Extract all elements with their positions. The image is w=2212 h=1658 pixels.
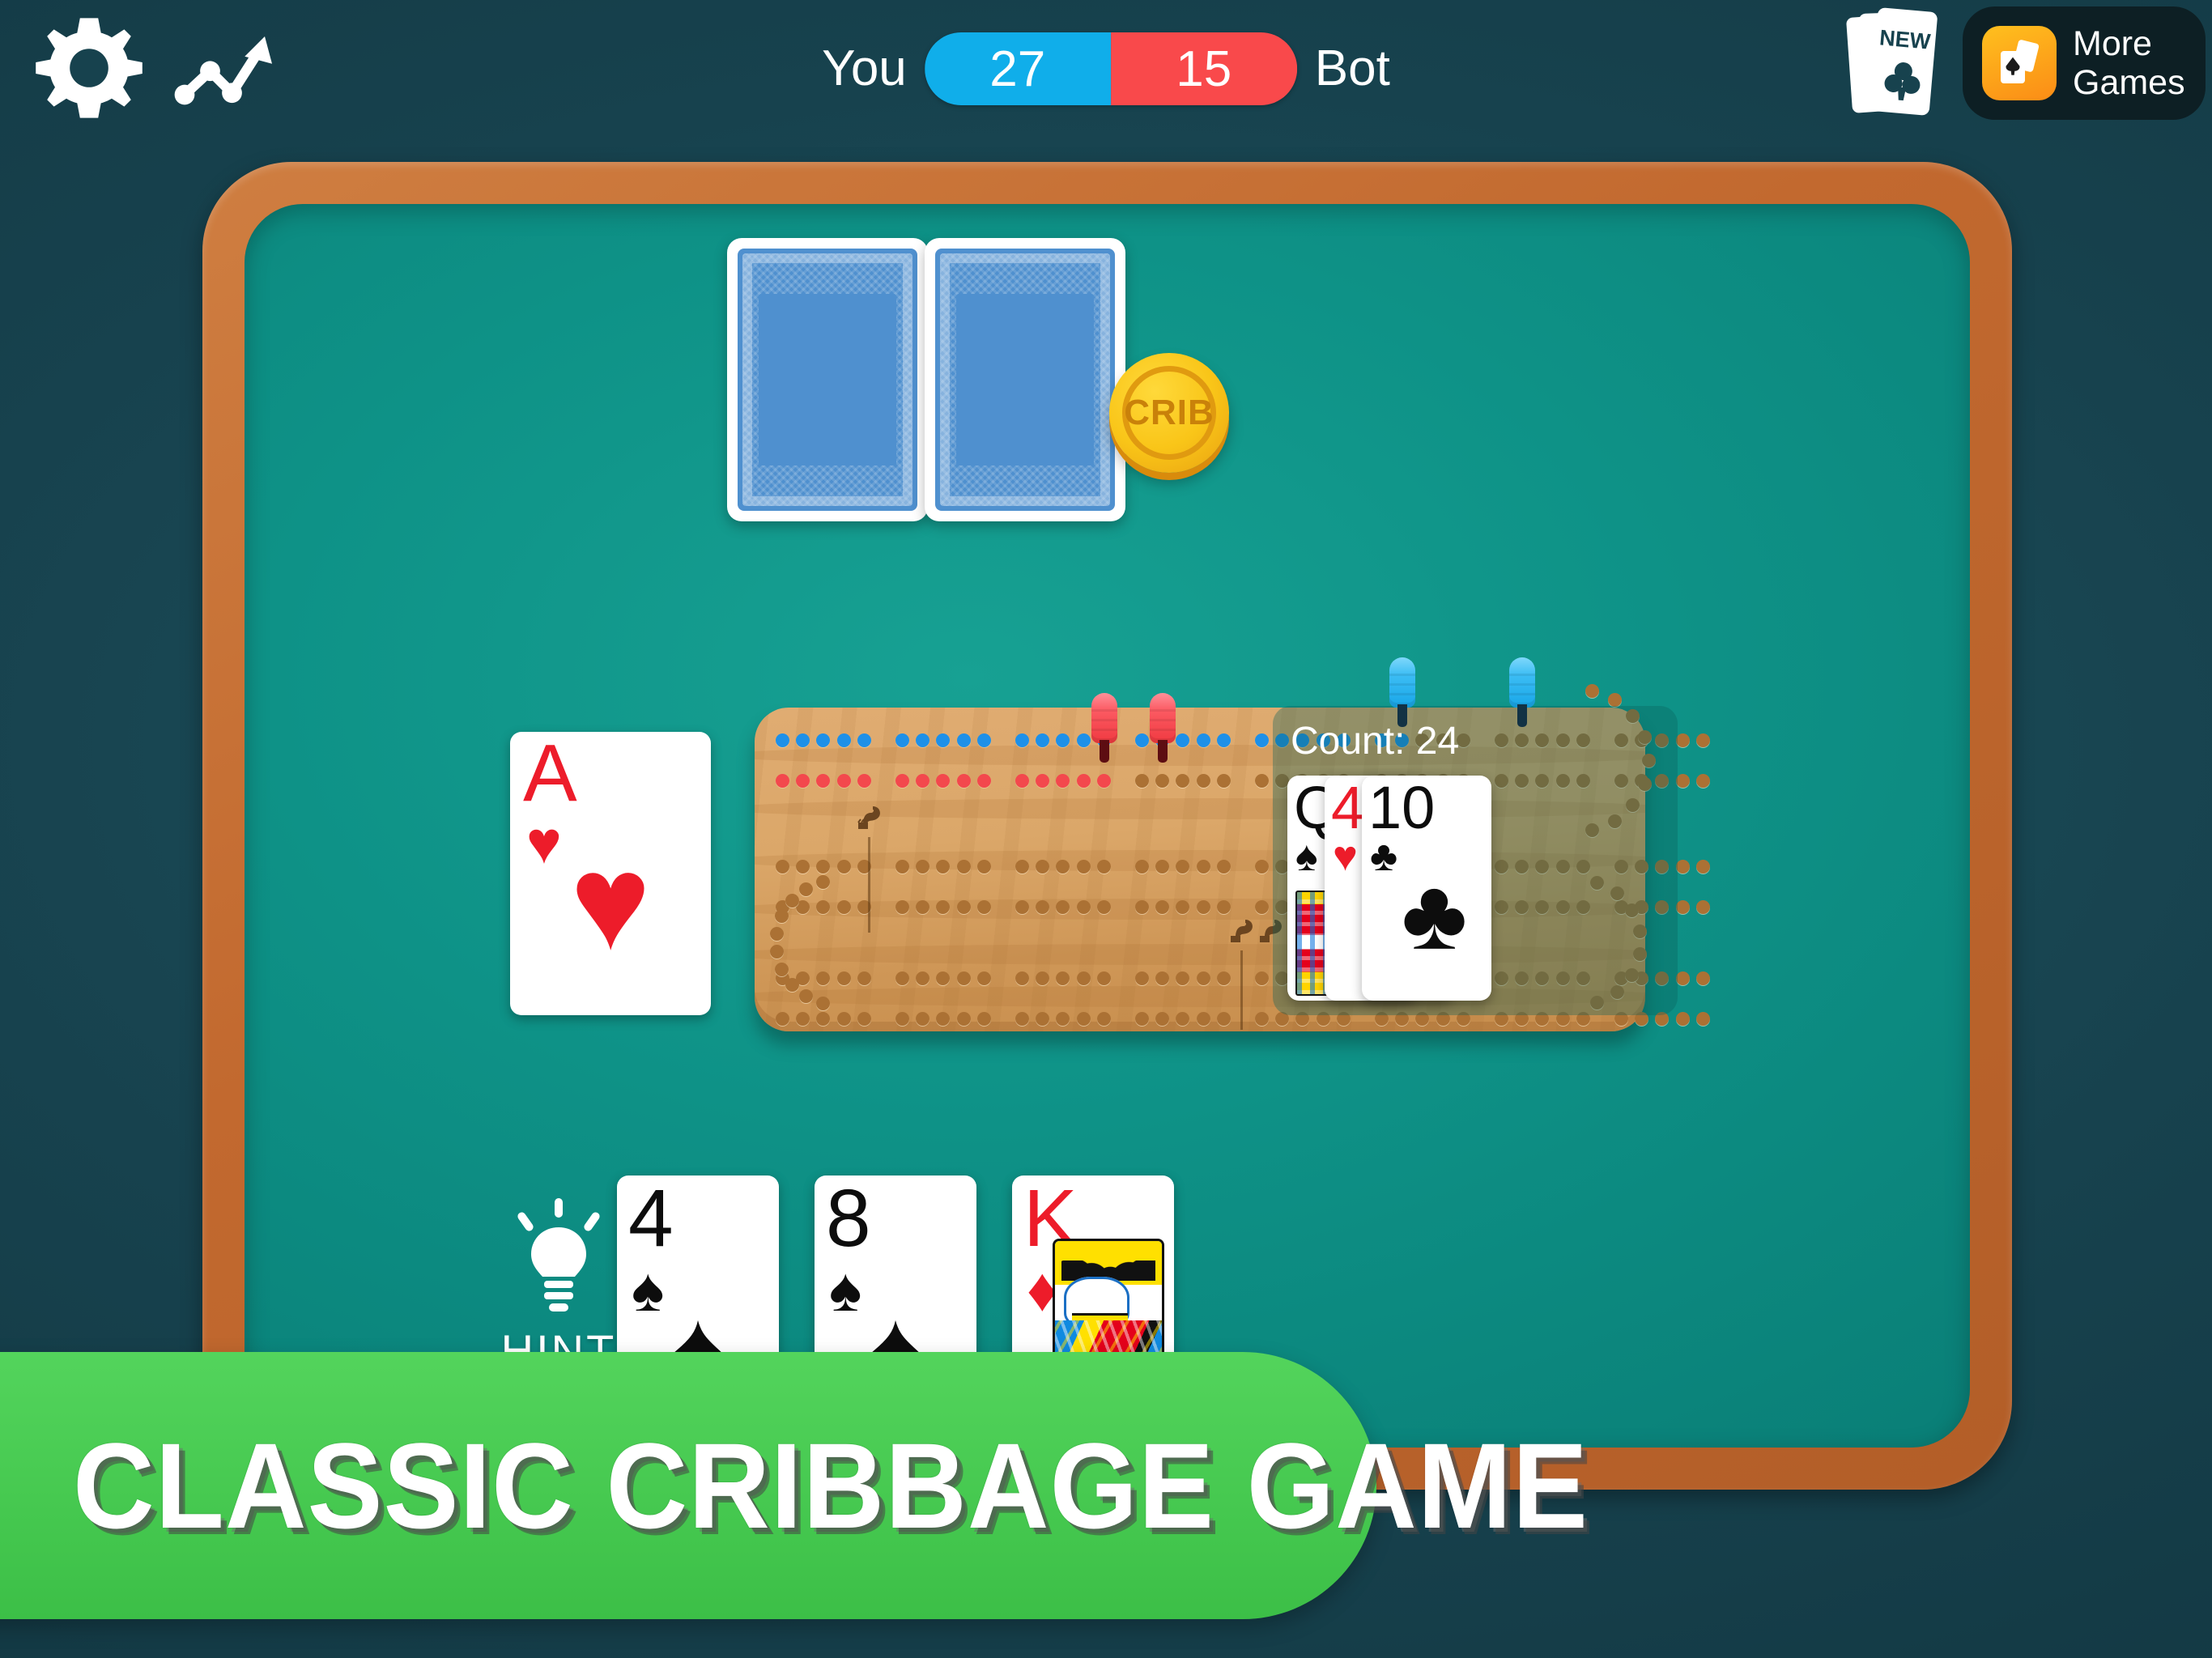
bot-score: 15 (1110, 32, 1297, 105)
score-pill: 27 15 (924, 32, 1297, 105)
game-table: CRIB A ♥ ♥ Count: 24 Q ♠ 4 ♥ 10 ♣ ♣ HINT… (202, 162, 2012, 1490)
deck-card-back[interactable] (925, 238, 1125, 521)
played-card-suit: ♣ (1370, 833, 1398, 880)
board-divider-line (1240, 950, 1243, 1030)
table-felt: CRIB A ♥ ♥ Count: 24 Q ♠ 4 ♥ 10 ♣ ♣ HINT… (245, 204, 1970, 1448)
new-cards-button[interactable]: NEW (1846, 5, 1943, 126)
board-skunk-marker (857, 803, 884, 839)
starter-card-suit-small: ♥ (526, 809, 562, 876)
new-cards-stack-icon: NEW (1846, 5, 1943, 126)
scoreboard: You 27 15 Bot (804, 24, 1408, 113)
bot-peg (1150, 693, 1176, 763)
played-card-suit: ♥ (1333, 833, 1358, 880)
bot-peg (1091, 693, 1117, 763)
crib-token[interactable]: CRIB (1109, 353, 1229, 473)
starter-card-rank: A (523, 732, 577, 818)
top-bar: You 27 15 Bot NEW More Games (0, 0, 2212, 154)
you-label: You (822, 40, 907, 96)
played-card: 10 ♣ ♣ (1362, 776, 1491, 1001)
board-skunk-marker (1229, 916, 1257, 952)
svg-text:NEW: NEW (1878, 25, 1932, 53)
board-divider-line (868, 837, 870, 933)
promo-banner: CLASSIC CRIBBAGE GAME (0, 1352, 1588, 1619)
bot-label: Bot (1314, 40, 1390, 96)
played-card-suit-large: ♣ (1401, 859, 1468, 971)
hand-card-suit: ♠ (829, 1256, 862, 1324)
more-games-button[interactable]: More Games (1963, 6, 2206, 120)
count-panel: Count: 24 Q ♠ 4 ♥ 10 ♣ ♣ (1273, 706, 1678, 1015)
hand-card-suit: ♠ (632, 1256, 665, 1324)
settings-button[interactable] (32, 11, 146, 125)
hand-card-rank: 8 (826, 1175, 871, 1264)
count-label: Count: 24 (1291, 720, 1460, 763)
more-games-line2: Games (2073, 63, 2185, 102)
hand-card-rank: 4 (628, 1175, 674, 1264)
played-card-suit: ♠ (1295, 833, 1318, 880)
cards-app-icon (1982, 26, 2057, 100)
stats-button[interactable] (170, 23, 279, 116)
played-card-rank: 4 (1331, 776, 1365, 841)
deck-card-back[interactable] (727, 238, 928, 521)
you-score: 27 (924, 32, 1111, 105)
promo-banner-text: CLASSIC CRIBBAGE GAME (73, 1417, 1589, 1554)
player-peg (1509, 657, 1536, 727)
trending-up-chart-icon (170, 23, 279, 116)
starter-card[interactable]: A ♥ ♥ (510, 732, 711, 1015)
lightbulb-icon (510, 1198, 607, 1320)
starter-card-suit-large: ♥ (570, 826, 651, 978)
more-games-label: More Games (2073, 24, 2185, 102)
played-card-rank: 10 (1368, 776, 1436, 841)
more-games-line1: More (2073, 23, 2152, 63)
player-peg (1389, 657, 1416, 727)
gear-icon (32, 11, 146, 125)
crib-token-label: CRIB (1124, 393, 1214, 432)
